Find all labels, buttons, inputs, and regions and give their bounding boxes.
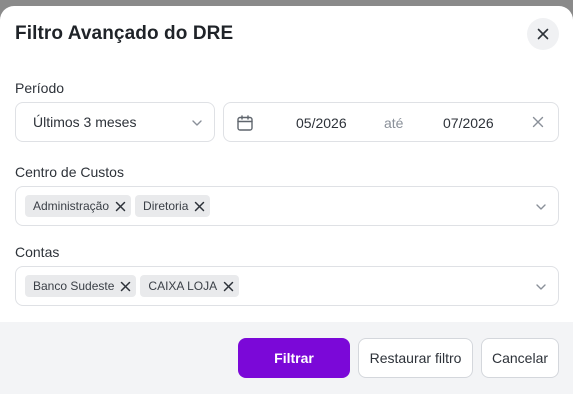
chip-remove-icon[interactable]	[223, 281, 234, 292]
chip-remove-icon[interactable]	[120, 281, 131, 292]
close-icon	[537, 28, 549, 40]
clear-date-icon[interactable]	[532, 116, 544, 128]
date-range-start[interactable]: 05/2026	[296, 115, 347, 131]
close-button[interactable]	[527, 18, 559, 50]
chevron-down-icon	[192, 120, 202, 126]
date-range-picker[interactable]: 05/2026 até 07/2026	[223, 102, 559, 142]
centro-custos-multiselect[interactable]: Administração Diretoria	[15, 186, 559, 226]
chevron-down-icon	[536, 204, 546, 210]
chip-label: CAIXA LOJA	[148, 279, 218, 293]
period-preset-select[interactable]: Últimos 3 meses	[15, 102, 215, 142]
chip-caixa-loja: CAIXA LOJA	[140, 275, 240, 297]
contas-label: Contas	[15, 244, 60, 260]
calendar-icon	[237, 115, 253, 131]
period-preset-value: Últimos 3 meses	[33, 114, 137, 130]
contas-multiselect[interactable]: Banco Sudeste CAIXA LOJA	[15, 266, 559, 306]
chip-label: Diretoria	[143, 199, 189, 213]
dialog-header: Filtro Avançado do DRE	[15, 23, 233, 45]
reset-filter-button[interactable]: Restaurar filtro	[358, 338, 473, 378]
chip-administracao: Administração	[25, 195, 132, 217]
filter-button[interactable]: Filtrar	[238, 338, 350, 378]
date-range-end[interactable]: 07/2026	[443, 115, 494, 131]
chip-label: Banco Sudeste	[33, 279, 115, 293]
chip-remove-icon[interactable]	[115, 201, 126, 212]
date-range-separator: até	[384, 115, 404, 131]
chip-label: Administração	[33, 199, 110, 213]
centro-custos-label: Centro de Custos	[15, 164, 124, 180]
cancel-button[interactable]: Cancelar	[481, 338, 559, 378]
periodo-label: Período	[15, 80, 65, 96]
contas-chips: Banco Sudeste CAIXA LOJA	[25, 275, 240, 297]
dialog-title: Filtro Avançado do DRE	[15, 23, 234, 44]
chevron-down-icon	[536, 284, 546, 290]
chip-banco-sudeste: Banco Sudeste	[25, 275, 137, 297]
filter-dialog: Filtro Avançado do DRE Período Últimos 3…	[0, 6, 573, 394]
chip-diretoria: Diretoria	[135, 195, 211, 217]
centro-custos-chips: Administração Diretoria	[25, 195, 211, 217]
chip-remove-icon[interactable]	[194, 201, 205, 212]
